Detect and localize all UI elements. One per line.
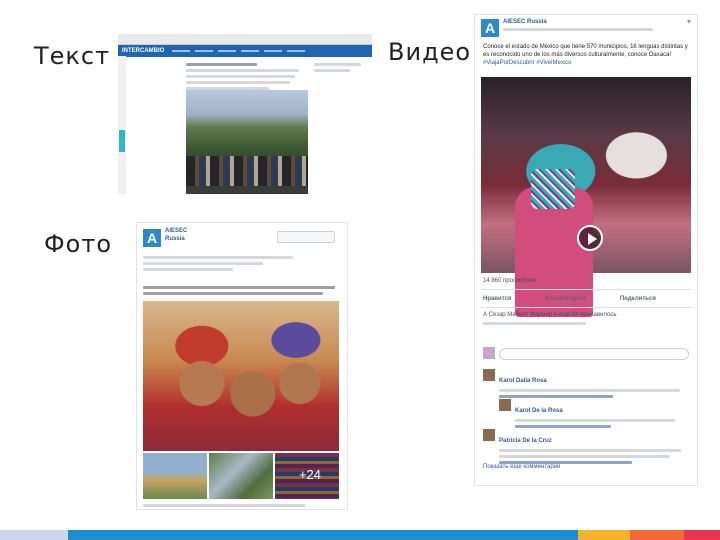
thumbnail-photo[interactable] bbox=[143, 453, 207, 499]
comment: Karol Daila Rosa bbox=[483, 367, 689, 398]
site-navbar: INTERCAMBIO bbox=[118, 45, 372, 57]
sidebar-tab bbox=[119, 130, 125, 152]
likes-summary: А Сезар Мейнит Фармер и еще 64 понравило… bbox=[483, 311, 689, 328]
post-text: Conoce el estado de México que tiene 570… bbox=[483, 43, 691, 67]
main-photo[interactable] bbox=[143, 301, 339, 451]
post-header: A AIESEC Russia bbox=[137, 223, 347, 289]
post-footer bbox=[143, 501, 323, 509]
avatar bbox=[483, 347, 495, 359]
like-button[interactable]: Нравится bbox=[483, 295, 511, 303]
write-comment bbox=[483, 347, 689, 361]
browser-toolbar bbox=[118, 34, 372, 45]
view-count: 14 860 просмотров bbox=[483, 278, 536, 284]
comments-section: Karol Daila Rosa Karol De la Rosa Patric… bbox=[483, 347, 689, 471]
post-body bbox=[143, 283, 339, 298]
stripe-segment-3 bbox=[578, 530, 630, 540]
thumbnail-more[interactable]: +24 bbox=[275, 453, 339, 499]
share-button[interactable]: Поделиться bbox=[620, 295, 656, 303]
site-brand: INTERCAMBIO bbox=[122, 48, 165, 54]
comment-input[interactable] bbox=[499, 348, 689, 360]
nav-link bbox=[241, 50, 260, 52]
nav-link bbox=[195, 50, 214, 52]
aiesec-logo: A bbox=[143, 229, 161, 247]
left-sidebar bbox=[118, 56, 126, 194]
label-video: Видео bbox=[388, 38, 472, 66]
label-photo: Фото bbox=[44, 230, 113, 258]
right-column bbox=[314, 60, 366, 75]
comment-author[interactable]: Patricia De la Cruz bbox=[499, 438, 552, 444]
play-icon[interactable] bbox=[577, 225, 603, 251]
comment-reply: Karol De la Rosa bbox=[499, 397, 689, 428]
post-body-text: Conoce el estado de México que tiene 570… bbox=[483, 44, 688, 58]
stripe-segment-2 bbox=[68, 530, 578, 540]
comment-author[interactable]: Karol Daila Rosa bbox=[499, 378, 547, 384]
comment-button[interactable]: Комментарий bbox=[545, 295, 585, 303]
avatar bbox=[483, 429, 495, 441]
photo-thumbnails: +24 bbox=[143, 453, 339, 499]
stripe-segment-4 bbox=[630, 530, 684, 540]
comment: Patricia De la Cruz bbox=[483, 427, 689, 464]
like-page-button[interactable] bbox=[277, 231, 335, 243]
avatar bbox=[483, 369, 495, 381]
nav-link bbox=[287, 50, 306, 52]
nav-link bbox=[264, 50, 283, 52]
post-actions: Нравится Комментарий Поделиться bbox=[483, 295, 689, 303]
text-post-screenshot: INTERCAMBIO bbox=[118, 34, 372, 194]
photo-post-screenshot: A AIESEC Russia +24 bbox=[136, 222, 348, 510]
likes-text[interactable]: А Сезар Мейнит Фармер и еще 64 понравило… bbox=[483, 311, 689, 319]
article-photo bbox=[186, 90, 308, 194]
stripe-segment-1 bbox=[0, 530, 68, 540]
stripe-segment-5 bbox=[684, 530, 720, 540]
nav-link bbox=[172, 50, 191, 52]
more-photos-count: +24 bbox=[298, 467, 321, 482]
article-text bbox=[186, 60, 304, 93]
page-name[interactable]: AIESEC Russia bbox=[503, 18, 653, 26]
thumbnail-photo[interactable] bbox=[209, 453, 273, 499]
post-header: A AIESEC Russia ▾ bbox=[475, 15, 697, 39]
post-meta bbox=[143, 253, 293, 274]
post-hashtags[interactable]: #ViajaPorDescubrir #VivelMexico bbox=[483, 60, 572, 66]
label-text: Текст bbox=[34, 42, 111, 70]
nav-link bbox=[218, 50, 237, 52]
chevron-down-icon[interactable]: ▾ bbox=[687, 17, 691, 26]
comment-author[interactable]: Karol De la Rosa bbox=[515, 408, 563, 414]
page-name-line2[interactable]: Russia bbox=[165, 235, 187, 243]
video-post-screenshot: A AIESEC Russia ▾ Conoce el estado de Mé… bbox=[474, 14, 698, 486]
page-name[interactable]: AIESEC bbox=[165, 227, 187, 235]
aiesec-logo: A bbox=[481, 19, 499, 37]
video-player[interactable] bbox=[481, 77, 691, 317]
avatar bbox=[499, 399, 511, 411]
